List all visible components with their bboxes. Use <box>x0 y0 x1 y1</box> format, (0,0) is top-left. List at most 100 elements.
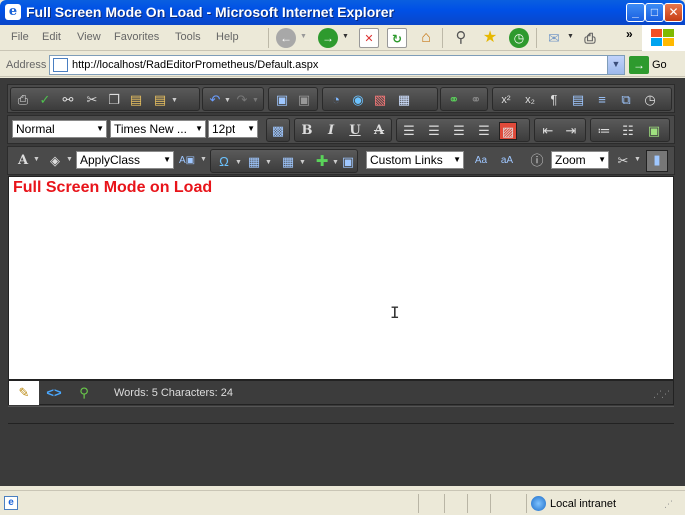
paste-icon[interactable]: ▤ <box>127 91 145 109</box>
table-properties-icon[interactable]: ▦ <box>279 153 297 171</box>
layer-icon[interactable]: ≡ <box>593 91 611 109</box>
insert-image-icon[interactable]: ▣ <box>339 153 357 171</box>
align-left-icon[interactable]: ☰ <box>400 122 418 140</box>
unlink-icon[interactable]: ⚭ <box>467 91 485 109</box>
undo-dropdown-icon[interactable]: ▼ <box>224 97 231 104</box>
search-icon[interactable]: ⚲ <box>451 28 471 48</box>
redo-dropdown-icon[interactable]: ▼ <box>252 97 259 104</box>
fore-color-icon[interactable]: A <box>14 152 32 170</box>
insert-custom-dropdown-icon[interactable]: ▼ <box>332 159 339 166</box>
symbols-icon[interactable]: Ω <box>215 153 233 171</box>
go-button[interactable]: Go <box>652 59 667 71</box>
print-icon[interactable]: ⎙ <box>14 91 32 109</box>
menu-edit[interactable]: Edit <box>42 31 61 43</box>
undo-icon[interactable]: ↶ <box>206 91 224 109</box>
html-mode-tab[interactable]: <> <box>39 381 69 405</box>
media-manager-icon[interactable]: ◉ <box>349 91 367 109</box>
convert-lower-icon[interactable]: Aa <box>472 152 490 170</box>
bold-icon[interactable]: B <box>298 122 316 140</box>
find-replace-icon[interactable]: ⚯ <box>59 91 77 109</box>
snippet-icon[interactable]: ⧉ <box>617 91 635 109</box>
convert-upper-icon[interactable]: aA <box>498 152 516 170</box>
minimize-button[interactable]: _ <box>626 3 645 22</box>
hyperlink-icon[interactable]: ⚭ <box>445 91 463 109</box>
toggle-screen-mode-icon[interactable]: ▮ <box>646 150 668 172</box>
table-properties-dropdown-icon[interactable]: ▼ <box>299 159 306 166</box>
history-icon[interactable]: ◷ <box>509 28 529 48</box>
close-button[interactable]: ✕ <box>664 3 683 22</box>
menu-view[interactable]: View <box>77 31 101 43</box>
paragraph-icon[interactable]: ¶ <box>545 91 563 109</box>
home-icon[interactable]: ⌂ <box>416 28 436 48</box>
preview-mode-tab[interactable]: ⚲ <box>69 381 99 405</box>
justify-icon[interactable]: ☰ <box>475 122 493 140</box>
back-color-dropdown-icon[interactable]: ▼ <box>66 156 73 163</box>
forward-icon[interactable]: → <box>318 28 338 48</box>
resize-grip-icon[interactable]: ⋰⋰ <box>653 389 670 400</box>
zoom-dropdown[interactable]: Zoom ▼ <box>551 151 609 169</box>
subscript-icon[interactable]: x₂ <box>521 91 539 109</box>
outdent-icon[interactable]: ⇤ <box>539 122 557 140</box>
fore-color-dropdown-icon[interactable]: ▼ <box>33 156 40 163</box>
insert-table-icon[interactable]: ▦ <box>245 153 263 171</box>
apply-class-dropdown[interactable]: ApplyClass ▼ <box>76 151 174 169</box>
format-stripper-icon[interactable]: ▩ <box>269 122 287 140</box>
resize-grip-icon[interactable]: ⋰ <box>664 499 673 510</box>
paste-options-icon[interactable]: ▤ <box>151 91 169 109</box>
back-dropdown-icon[interactable]: ▼ <box>300 33 307 40</box>
back-icon[interactable]: ← <box>276 28 296 48</box>
stop-icon[interactable]: ✕ <box>359 28 379 48</box>
editor-content[interactable]: Full Screen Mode on Load I <box>8 176 674 380</box>
paragraph-style-dropdown[interactable]: Normal ▼ <box>12 120 107 138</box>
indent-icon[interactable]: ⇥ <box>562 122 580 140</box>
refresh-icon[interactable]: ↻ <box>387 28 407 48</box>
module-manager-dropdown-icon[interactable]: ▼ <box>634 156 641 163</box>
copy-icon[interactable]: ❐ <box>105 91 123 109</box>
font-size-dropdown[interactable]: 12pt ▼ <box>208 120 258 138</box>
address-dropdown-icon[interactable]: ▼ <box>607 56 624 74</box>
numbered-list-icon[interactable]: ≔ <box>595 122 613 140</box>
italic-icon[interactable]: I <box>322 122 340 140</box>
custom-links-dropdown[interactable]: Custom Links ▼ <box>366 151 464 169</box>
format-sets-dropdown-icon[interactable]: ▼ <box>200 156 207 163</box>
print-icon[interactable]: ⎙ <box>580 28 600 48</box>
align-center-icon[interactable]: ☰ <box>425 122 443 140</box>
cut-icon[interactable]: ✂ <box>83 91 101 109</box>
underline-icon[interactable]: U <box>346 122 364 140</box>
table-dropdown-icon[interactable]: ▼ <box>265 159 272 166</box>
paste-dropdown-icon[interactable]: ▼ <box>171 97 178 104</box>
template-manager-icon[interactable]: ▦ <box>395 91 413 109</box>
favorites-icon[interactable]: ★ <box>480 28 500 48</box>
menu-help[interactable]: Help <box>216 31 239 43</box>
mail-dropdown-icon[interactable]: ▼ <box>567 33 574 40</box>
menu-favorites[interactable]: Favorites <box>114 31 159 43</box>
align-right-icon[interactable]: ☰ <box>450 122 468 140</box>
strikethrough-icon[interactable]: A <box>370 122 388 140</box>
format-sets-icon[interactable]: A▣ <box>178 152 196 170</box>
maximize-button[interactable]: □ <box>645 3 664 22</box>
about-icon[interactable]: ⓘ <box>528 152 546 170</box>
back-color-icon[interactable]: ◈ <box>46 152 64 170</box>
font-name-dropdown[interactable]: Times New ... ▼ <box>110 120 206 138</box>
design-mode-tab[interactable]: ✎ <box>9 381 39 405</box>
image-manager-icon[interactable]: ▣ <box>273 91 291 109</box>
insert-custom-icon[interactable]: ✚ <box>313 153 331 171</box>
address-input[interactable]: http://localhost/RadEditorPrometheus/Def… <box>49 55 625 75</box>
toggle-border-icon[interactable]: ▣ <box>645 122 663 140</box>
mail-icon[interactable]: ✉ <box>544 28 564 48</box>
redo-icon[interactable]: ↷ <box>233 91 251 109</box>
date-time-icon[interactable]: ◷ <box>641 91 659 109</box>
document-manager-icon[interactable]: ▧ <box>371 91 389 109</box>
menu-file[interactable]: File <box>11 31 29 43</box>
spellcheck-icon[interactable]: ✓ <box>36 91 54 109</box>
go-icon[interactable]: → <box>629 56 649 74</box>
absolute-position-icon[interactable]: ▨ <box>499 122 517 140</box>
superscript-icon[interactable]: x² <box>497 91 515 109</box>
menu-tools[interactable]: Tools <box>175 31 201 43</box>
flash-manager-icon[interactable]: ◔ <box>327 91 345 109</box>
form-icon[interactable]: ▤ <box>569 91 587 109</box>
image-map-icon[interactable]: ▣ <box>295 91 313 109</box>
symbols-dropdown-icon[interactable]: ▼ <box>235 159 242 166</box>
module-manager-icon[interactable]: ✂ <box>614 152 632 170</box>
forward-dropdown-icon[interactable]: ▼ <box>342 33 349 40</box>
